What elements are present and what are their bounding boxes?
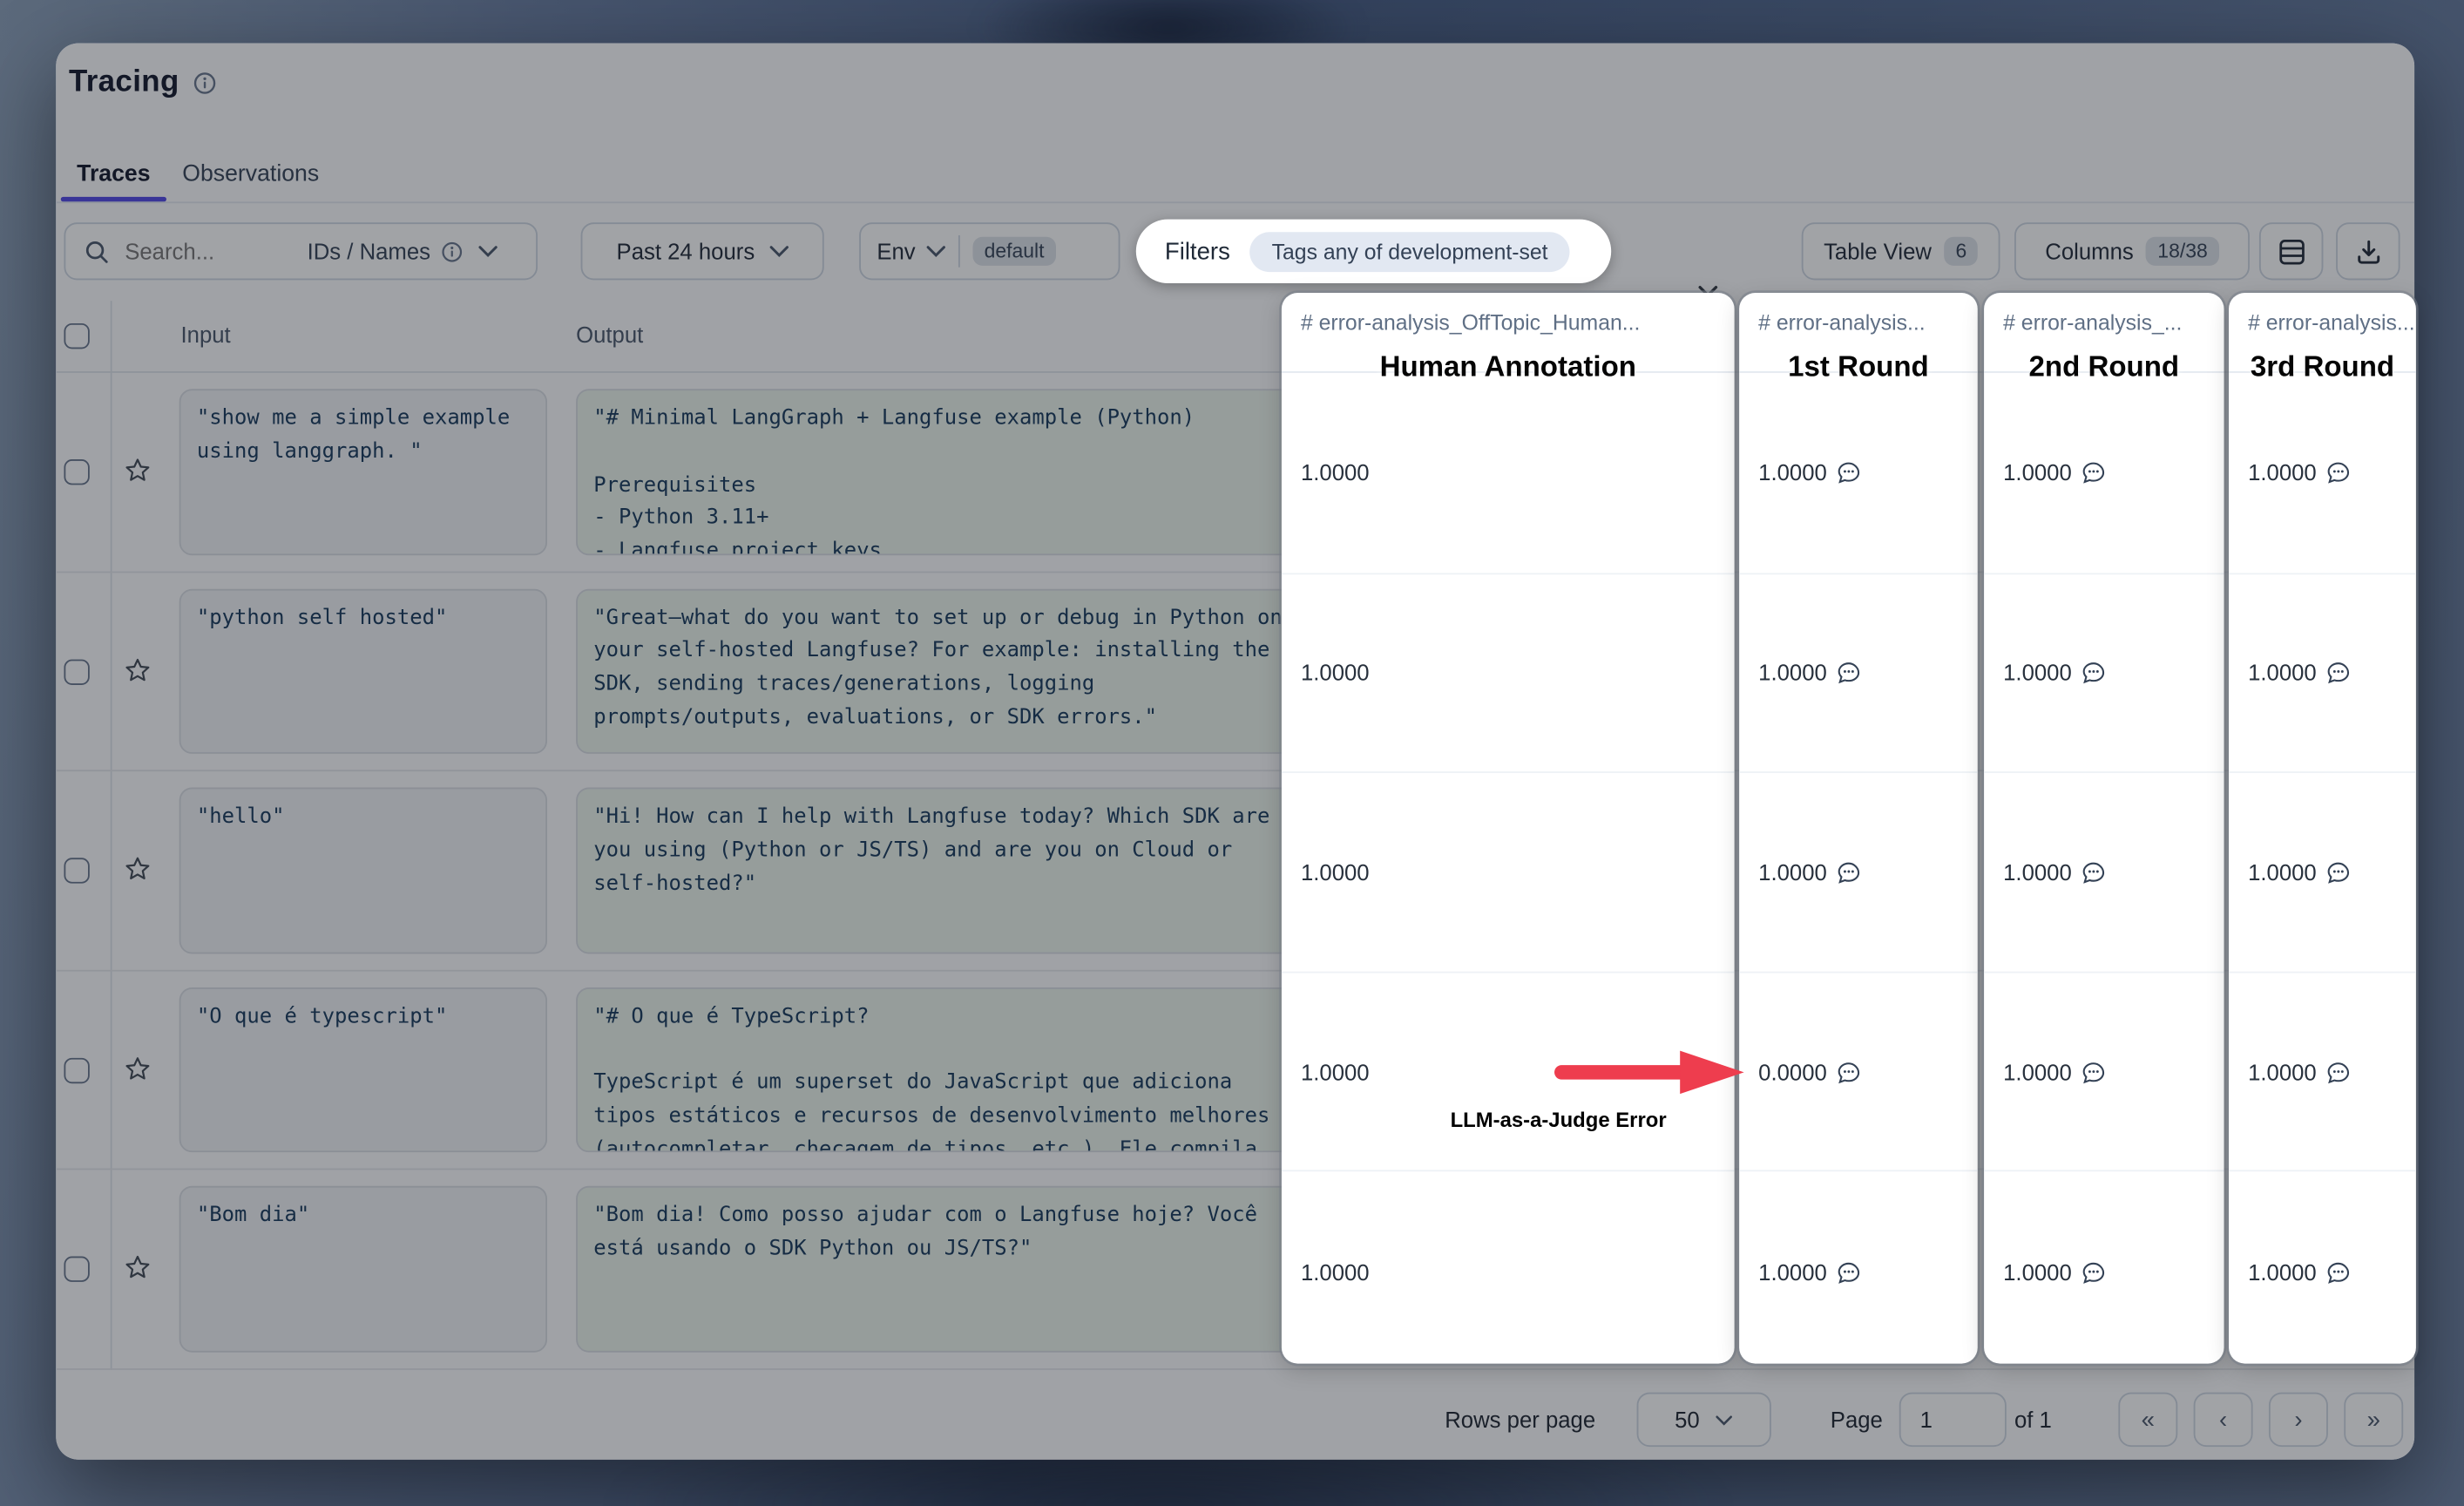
score-value: 1.0000 xyxy=(1301,455,1370,490)
score-column-header[interactable]: # error-analysis_OffTopic_Human... xyxy=(1282,310,1735,335)
score-column-human-annotation: # error-analysis_OffTopic_Human... Human… xyxy=(1282,293,1735,1364)
score-value: 1.0000 xyxy=(2248,1055,2350,1089)
comment-icon[interactable] xyxy=(1837,1061,1861,1085)
comment-icon[interactable] xyxy=(2326,1061,2351,1085)
comment-icon[interactable] xyxy=(1837,660,1861,684)
filters-button[interactable]: Filters Tags any of development-set xyxy=(1136,220,1611,283)
score-value-error: 0.0000 xyxy=(1758,1055,1860,1089)
comment-icon[interactable] xyxy=(1837,1260,1861,1285)
score-column-3rd-round: # error-analysis... 3rd Round 1.0000 1.0… xyxy=(2229,293,2416,1364)
score-value: 1.0000 xyxy=(2003,1255,2105,1290)
comment-icon[interactable] xyxy=(2082,460,2106,485)
annotation-label-3rd-round: 3rd Round xyxy=(2229,350,2416,384)
score-value: 1.0000 xyxy=(2248,1255,2350,1290)
annotation-label-2nd-round: 2nd Round xyxy=(1984,350,2224,384)
comment-icon[interactable] xyxy=(2326,1260,2351,1285)
score-value: 1.0000 xyxy=(2248,655,2350,689)
annotation-label-human: Human Annotation xyxy=(1282,350,1735,384)
comment-icon[interactable] xyxy=(2326,460,2351,485)
score-value: 1.0000 xyxy=(1758,655,1860,689)
score-value: 1.0000 xyxy=(2003,855,2105,890)
score-value: 1.0000 xyxy=(2003,1055,2105,1089)
score-value: 1.0000 xyxy=(2248,855,2350,890)
score-value: 1.0000 xyxy=(1301,1255,1370,1290)
score-column-2nd-round: # error-analysis_... 2nd Round 1.0000 1.… xyxy=(1984,293,2224,1364)
score-column-header[interactable]: # error-analysis_... xyxy=(1984,310,2224,335)
comment-icon[interactable] xyxy=(1837,860,1861,885)
score-value: 1.0000 xyxy=(1301,855,1370,890)
score-value: 1.0000 xyxy=(1758,455,1860,490)
annotation-label-1st-round: 1st Round xyxy=(1739,350,1978,384)
error-annotation-label: LLM-as-a-Judge Error xyxy=(1414,1108,1702,1132)
score-column-header[interactable]: # error-analysis... xyxy=(1739,310,1978,335)
comment-icon[interactable] xyxy=(2082,660,2106,684)
comment-icon[interactable] xyxy=(2326,860,2351,885)
score-column-1st-round: # error-analysis... 1st Round 1.0000 1.0… xyxy=(1739,293,1978,1364)
score-value: 1.0000 xyxy=(2003,455,2105,490)
comment-icon[interactable] xyxy=(2082,1061,2106,1085)
comment-icon[interactable] xyxy=(2326,660,2351,684)
screen: Tracing Traces Observations IDs / Names xyxy=(0,0,2464,1506)
filters-label: Filters xyxy=(1165,238,1230,265)
score-value: 1.0000 xyxy=(1758,855,1860,890)
comment-icon[interactable] xyxy=(2082,860,2106,885)
error-arrow-icon xyxy=(1546,1047,1750,1098)
score-value: 1.0000 xyxy=(1758,1255,1860,1290)
comment-icon[interactable] xyxy=(2082,1260,2106,1285)
score-value: 1.0000 xyxy=(2248,455,2350,490)
score-column-header[interactable]: # error-analysis... xyxy=(2229,310,2416,335)
comment-icon[interactable] xyxy=(1837,460,1861,485)
score-value: 1.0000 xyxy=(2003,655,2105,689)
score-value: 1.0000 xyxy=(1301,1055,1370,1089)
score-value: 1.0000 xyxy=(1301,655,1370,689)
filter-tag-chip[interactable]: Tags any of development-set xyxy=(1249,231,1570,271)
